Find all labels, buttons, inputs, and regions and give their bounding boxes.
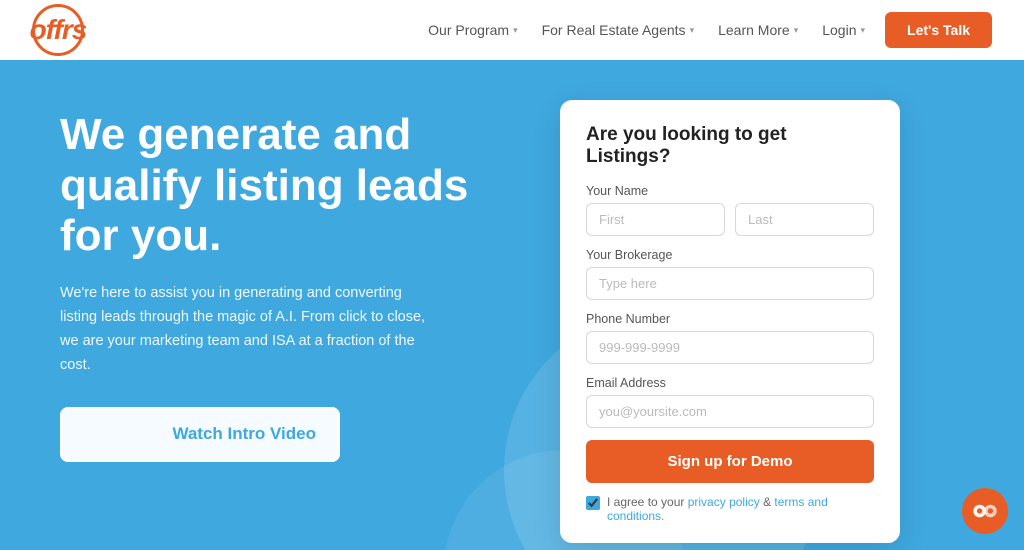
chevron-down-icon: ▾: [860, 25, 865, 36]
nav-item-login[interactable]: Login ▾: [822, 22, 865, 38]
email-group: Email Address: [586, 376, 874, 428]
phone-label: Phone Number: [586, 312, 874, 326]
first-name-input[interactable]: [586, 203, 725, 236]
chevron-down-icon: ▾: [690, 25, 695, 36]
chat-bubbles-icon: [971, 502, 999, 520]
brokerage-input[interactable]: [586, 267, 874, 300]
nav-item-agents[interactable]: For Real Estate Agents ▾: [542, 22, 695, 38]
name-row: [586, 203, 874, 236]
form-title: Are you looking to get Listings?: [586, 124, 874, 168]
hero-right: Are you looking to get Listings? Your Na…: [560, 100, 900, 543]
nav-item-learn[interactable]: Learn More ▾: [718, 22, 798, 38]
nav-link-agents[interactable]: For Real Estate Agents ▾: [542, 22, 695, 38]
logo[interactable]: offrs: [32, 4, 84, 56]
agree-text: I agree to your privacy policy & terms a…: [607, 495, 874, 523]
phone-input[interactable]: [586, 331, 874, 364]
name-label: Your Name: [586, 184, 874, 198]
hero-left: We generate and qualify listing leads fo…: [60, 100, 520, 462]
brokerage-label: Your Brokerage: [586, 248, 874, 262]
hero-subtext: We're here to assist you in generating a…: [60, 282, 440, 378]
logo-text: offrs: [32, 4, 84, 56]
lets-talk-button[interactable]: Let's Talk: [885, 12, 992, 48]
nav-item-program[interactable]: Our Program ▾: [428, 22, 517, 38]
support-chat-icon[interactable]: [962, 488, 1008, 534]
privacy-policy-link[interactable]: privacy policy: [688, 495, 760, 509]
brokerage-group: Your Brokerage: [586, 248, 874, 300]
nav-link-login[interactable]: Login ▾: [822, 22, 865, 38]
nav-link-learn[interactable]: Learn More ▾: [718, 22, 798, 38]
email-input[interactable]: [586, 395, 874, 428]
hero-heading: We generate and qualify listing leads fo…: [60, 110, 520, 262]
email-label: Email Address: [586, 376, 874, 390]
nav-links: Our Program ▾ For Real Estate Agents ▾ L…: [428, 22, 865, 38]
hero-section: We generate and qualify listing leads fo…: [0, 60, 1024, 550]
agree-row: I agree to your privacy policy & terms a…: [586, 495, 874, 523]
navbar: offrs Our Program ▾ For Real Estate Agen…: [0, 0, 1024, 60]
signup-button[interactable]: Sign up for Demo: [586, 440, 874, 483]
watch-video-button[interactable]: Watch Intro Video: [60, 407, 340, 461]
nav-link-program[interactable]: Our Program ▾: [428, 22, 517, 38]
signup-form-card: Are you looking to get Listings? Your Na…: [560, 100, 900, 543]
chevron-down-icon: ▾: [794, 25, 799, 36]
last-name-input[interactable]: [735, 203, 874, 236]
chevron-down-icon: ▾: [513, 25, 518, 36]
phone-group: Phone Number: [586, 312, 874, 364]
agree-checkbox[interactable]: [586, 496, 600, 510]
